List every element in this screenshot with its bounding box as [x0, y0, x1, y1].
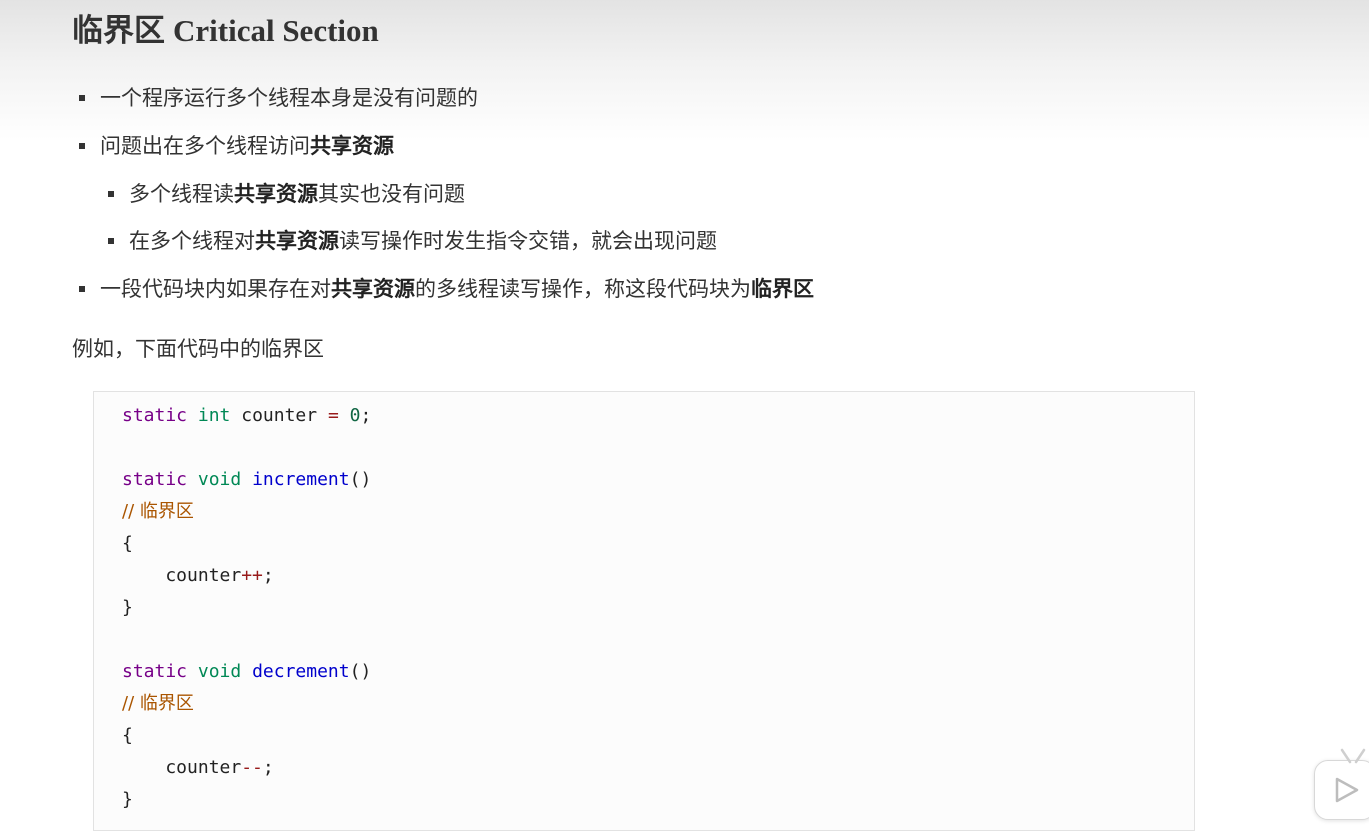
code-line: static void decrement() — [122, 660, 371, 684]
bullet-text-bold: 共享资源 — [331, 277, 415, 301]
bullet-text-part: 多个线程读 — [129, 182, 234, 206]
bullet-text-part: 在多个线程对 — [129, 229, 255, 253]
code-token: { — [122, 533, 133, 554]
page-title: 临界区 Critical Section — [72, 9, 379, 53]
code-line: // 临界区 — [122, 500, 194, 524]
play-icon — [1335, 777, 1359, 803]
play-button[interactable] — [1314, 760, 1369, 820]
code-token: // 临界区 — [122, 501, 194, 522]
bullet-text-part: 其实也没有问题 — [318, 182, 465, 206]
code-token: () — [349, 661, 372, 682]
square-bullet-icon — [79, 95, 85, 101]
code-line: { — [122, 532, 133, 556]
code-block[interactable]: static int counter = 0; static void incre… — [93, 391, 1195, 831]
bullet-text-part: 问题出在多个线程访问 — [100, 134, 310, 158]
code-token: = — [327, 405, 339, 426]
code-token: } — [122, 789, 133, 810]
bullet-text: 一段代码块内如果存在对共享资源的多线程读写操作，称这段代码块为临界区 — [100, 277, 814, 301]
code-line: static void increment() — [122, 468, 371, 492]
code-token: ; — [360, 405, 372, 426]
bullet-text-bold: 临界区 — [751, 277, 814, 301]
page-title-cn: 临界区 — [72, 13, 165, 49]
code-token: void — [197, 469, 242, 490]
code-token: int — [197, 405, 231, 426]
bullet-text-part: 一段代码块内如果存在对 — [100, 277, 331, 301]
code-line: counter++; — [122, 564, 274, 588]
code-token: { — [122, 725, 133, 746]
code-token: -- — [241, 757, 263, 778]
bullet-item: 问题出在多个线程访问共享资源 — [79, 131, 394, 161]
square-bullet-icon — [108, 191, 114, 197]
code-token: counter — [230, 405, 328, 426]
bullet-text-part: 的多线程读写操作，称这段代码块为 — [415, 277, 751, 301]
sub-bullet-item: 在多个线程对共享资源读写操作时发生指令交错，就会出现问题 — [108, 226, 717, 256]
code-line: } — [122, 596, 133, 620]
square-bullet-icon — [79, 286, 85, 292]
bullet-text-part: 读写操作时发生指令交错，就会出现问题 — [339, 229, 717, 253]
code-token: static — [122, 661, 188, 682]
bullet-text-part: 一个程序运行多个线程本身是没有问题的 — [100, 86, 478, 110]
code-token: decrement — [252, 661, 350, 682]
code-token: void — [197, 661, 242, 682]
code-line: { — [122, 724, 133, 748]
bullet-text: 问题出在多个线程访问共享资源 — [100, 134, 394, 158]
code-token: static — [122, 405, 188, 426]
widget-antenna-icon — [1340, 748, 1366, 764]
code-token: counter — [122, 565, 242, 586]
bullet-item: 一段代码块内如果存在对共享资源的多线程读写操作，称这段代码块为临界区 — [79, 274, 814, 304]
code-token: ; — [262, 565, 274, 586]
code-token: } — [122, 597, 133, 618]
code-token: // 临界区 — [122, 693, 194, 714]
bullet-text-bold: 共享资源 — [310, 134, 394, 158]
intro-paragraph: 例如，下面代码中的临界区 — [72, 337, 324, 361]
code-line: counter--; — [122, 756, 274, 780]
bullet-text: 在多个线程对共享资源读写操作时发生指令交错，就会出现问题 — [129, 229, 717, 253]
code-token: ++ — [241, 565, 263, 586]
code-token: 0 — [349, 405, 361, 426]
bullet-text-bold: 共享资源 — [255, 229, 339, 253]
square-bullet-icon — [108, 238, 114, 244]
square-bullet-icon — [79, 143, 85, 149]
code-token: static — [122, 469, 188, 490]
bullet-text: 多个线程读共享资源其实也没有问题 — [129, 182, 465, 206]
bullet-item: 一个程序运行多个线程本身是没有问题的 — [79, 83, 478, 113]
bullet-text: 一个程序运行多个线程本身是没有问题的 — [100, 86, 478, 110]
code-token: () — [349, 469, 372, 490]
code-token: increment — [252, 469, 350, 490]
code-token: ; — [262, 757, 274, 778]
code-line: // 临界区 — [122, 692, 194, 716]
code-token: counter — [122, 757, 242, 778]
bullet-text-bold: 共享资源 — [234, 182, 318, 206]
code-line: static int counter = 0; — [122, 404, 371, 428]
sub-bullet-item: 多个线程读共享资源其实也没有问题 — [108, 179, 465, 209]
code-line: } — [122, 788, 133, 812]
page-title-en: Critical Section — [173, 13, 379, 48]
